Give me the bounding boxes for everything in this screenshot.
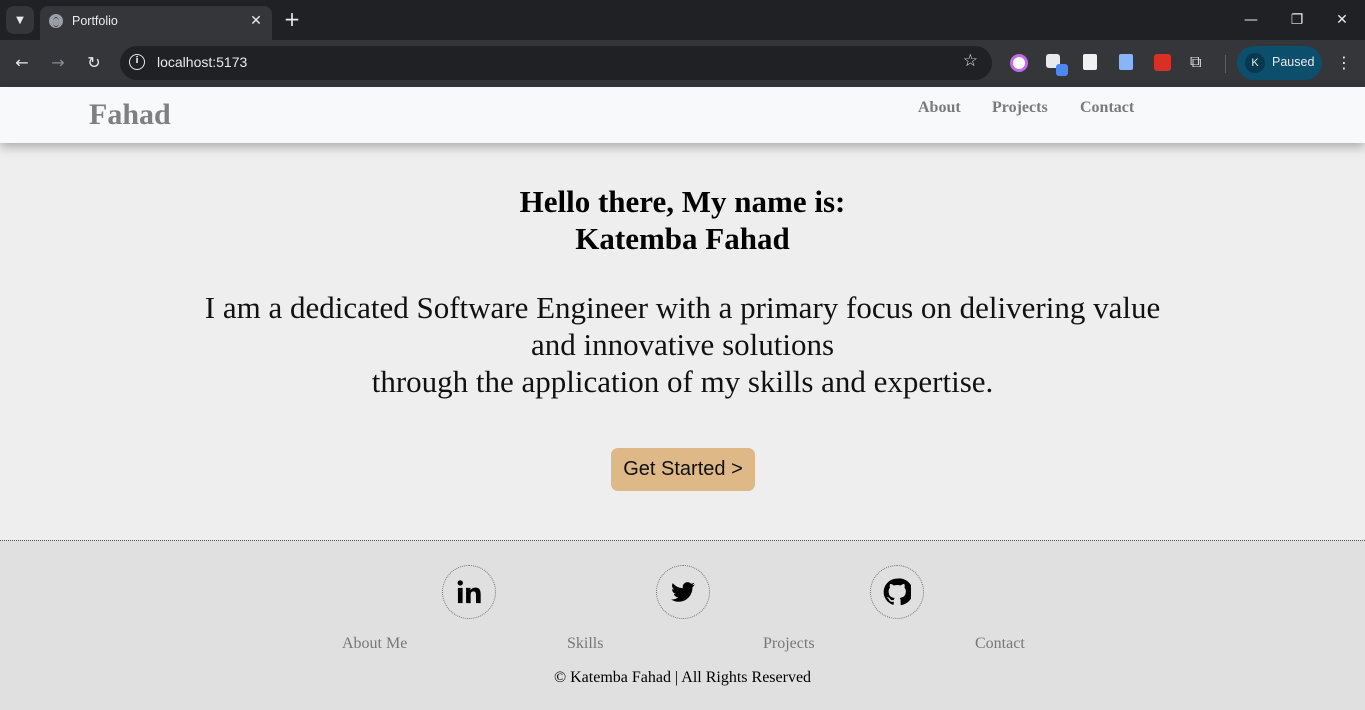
github-icon xyxy=(883,578,911,606)
intro-line: through the application of my skills and… xyxy=(371,364,994,399)
red-extension-icon[interactable] xyxy=(1154,54,1171,71)
site-header: Fahad About Projects Contact xyxy=(0,87,1365,143)
back-button[interactable]: ← xyxy=(8,49,36,77)
browser-toolbar: ← → ↻ i localhost:5173 ☆ ⧉ K Paused ⋮ xyxy=(0,40,1365,87)
extensions-puzzle-icon[interactable]: ⧉ xyxy=(1190,52,1210,71)
chevron-down-icon: ▼ xyxy=(16,14,24,26)
hero-section: Hello there, My name is: Katemba Fahad I… xyxy=(0,143,1365,541)
profile-button[interactable]: K Paused xyxy=(1237,46,1322,80)
browser-tab-bar: ▼ Portfolio ✕ + — ❐ ✕ xyxy=(0,0,1365,40)
url-text[interactable]: localhost:5173 xyxy=(157,54,247,70)
nav-link-contact[interactable]: Contact xyxy=(1080,99,1134,117)
profile-status: Paused xyxy=(1272,55,1315,69)
extension-badge-icon xyxy=(1056,64,1068,76)
minimize-button[interactable]: — xyxy=(1229,4,1273,36)
hero-greeting: Hello there, My name is: Katemba Fahad xyxy=(0,183,1365,257)
site-info-icon[interactable]: i xyxy=(129,54,145,70)
linkedin-link[interactable] xyxy=(442,565,496,619)
get-started-button[interactable]: Get Started > xyxy=(611,448,755,491)
nav-link-projects[interactable]: Projects xyxy=(992,99,1048,117)
github-link[interactable] xyxy=(870,565,924,619)
close-tab-icon[interactable]: ✕ xyxy=(246,11,266,31)
nav-link-about[interactable]: About xyxy=(918,99,961,117)
address-bar[interactable]: i localhost:5173 ☆ xyxy=(120,46,992,80)
hero-name: Katemba Fahad xyxy=(575,221,790,256)
reload-button[interactable]: ↻ xyxy=(80,49,108,77)
profile-avatar: K xyxy=(1245,53,1265,73)
twitter-link[interactable] xyxy=(656,565,710,619)
site-logo[interactable]: Fahad xyxy=(89,98,171,132)
copyright-text: © Katemba Fahad | All Rights Reserved xyxy=(553,669,812,686)
site-footer: About Me Skills Projects Contact © Katem… xyxy=(0,540,1365,710)
toolbar-divider xyxy=(1225,55,1226,73)
text-extension-icon[interactable] xyxy=(1083,54,1097,70)
tab-search-button[interactable]: ▼ xyxy=(6,6,34,34)
intro-line: I am a dedicated Software Engineer with … xyxy=(204,290,1161,362)
twitter-icon xyxy=(671,582,695,602)
globe-icon xyxy=(49,14,63,28)
footer-link-projects[interactable]: Projects xyxy=(763,635,815,653)
footer-link-skills[interactable]: Skills xyxy=(567,635,603,653)
footer-link-about-me[interactable]: About Me xyxy=(342,635,407,653)
restore-button[interactable]: ❐ xyxy=(1275,4,1319,36)
browser-tab[interactable]: Portfolio ✕ xyxy=(40,6,272,40)
footer-link-contact[interactable]: Contact xyxy=(975,635,1025,653)
tab-title: Portfolio xyxy=(72,14,118,28)
forward-button[interactable]: → xyxy=(44,49,72,77)
close-window-button[interactable]: ✕ xyxy=(1320,4,1364,36)
bookmark-star-icon[interactable]: ☆ xyxy=(963,51,978,71)
linkedin-icon xyxy=(457,580,481,604)
hero-intro: I am a dedicated Software Engineer with … xyxy=(190,289,1175,400)
browser-menu-icon[interactable]: ⋮ xyxy=(1334,49,1354,77)
docs-extension-icon[interactable] xyxy=(1119,54,1133,70)
new-tab-button[interactable]: + xyxy=(281,8,303,30)
greeting-line: Hello there, My name is: xyxy=(519,184,846,219)
color-picker-extension-icon[interactable] xyxy=(1010,54,1028,72)
